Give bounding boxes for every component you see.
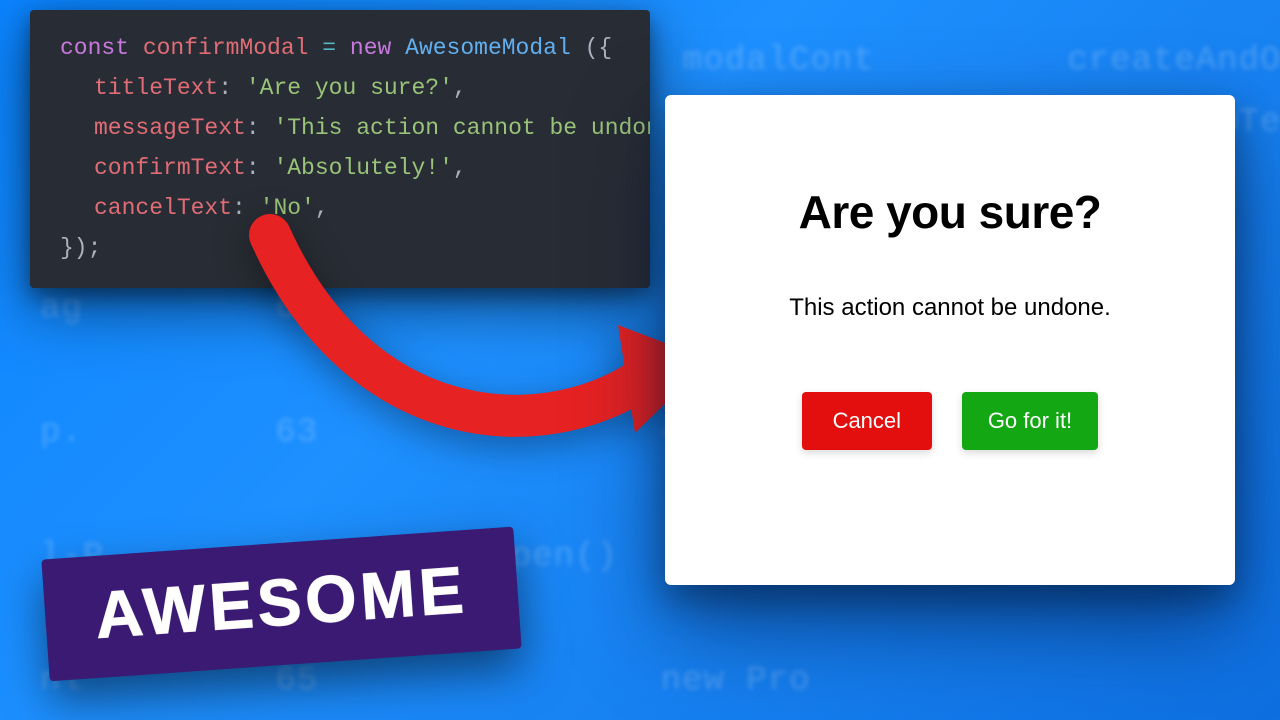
code-token-varname: confirmModal [143,35,309,61]
code-prop-title-key: titleText [94,75,218,101]
code-token-const: const [60,35,129,61]
modal-button-row: Cancel Go for it! [802,392,1098,450]
code-token-equals: = [322,35,336,61]
cancel-button[interactable]: Cancel [802,392,932,450]
code-prop-confirm-key: confirmText [94,155,246,181]
code-token-new: new [350,35,391,61]
code-prop-title-val: 'Are you sure?' [246,75,453,101]
code-prop-confirm-val: 'Absolutely!' [273,155,452,181]
code-prop-message-key: messageText [94,115,246,141]
modal-message: This action cannot be undone. [789,294,1111,322]
awesome-tag: AWESOME [41,527,521,682]
code-prop-cancel-val: 'No' [260,195,315,221]
modal-title: Are you sure? [799,185,1102,239]
confirm-modal: Are you sure? This action cannot be undo… [665,95,1235,585]
code-token-close: }); [60,235,101,261]
confirm-button[interactable]: Go for it! [962,392,1098,450]
awesome-tag-label: AWESOME [93,556,469,648]
code-snippet-panel: const confirmModal = new AwesomeModal ({… [30,10,650,288]
code-token-classname: AwesomeModal [405,35,571,61]
code-prop-cancel-key: cancelText [94,195,232,221]
code-token-open: ({ [585,35,613,61]
code-prop-message-val: 'This action cannot be undone.' [273,115,650,141]
